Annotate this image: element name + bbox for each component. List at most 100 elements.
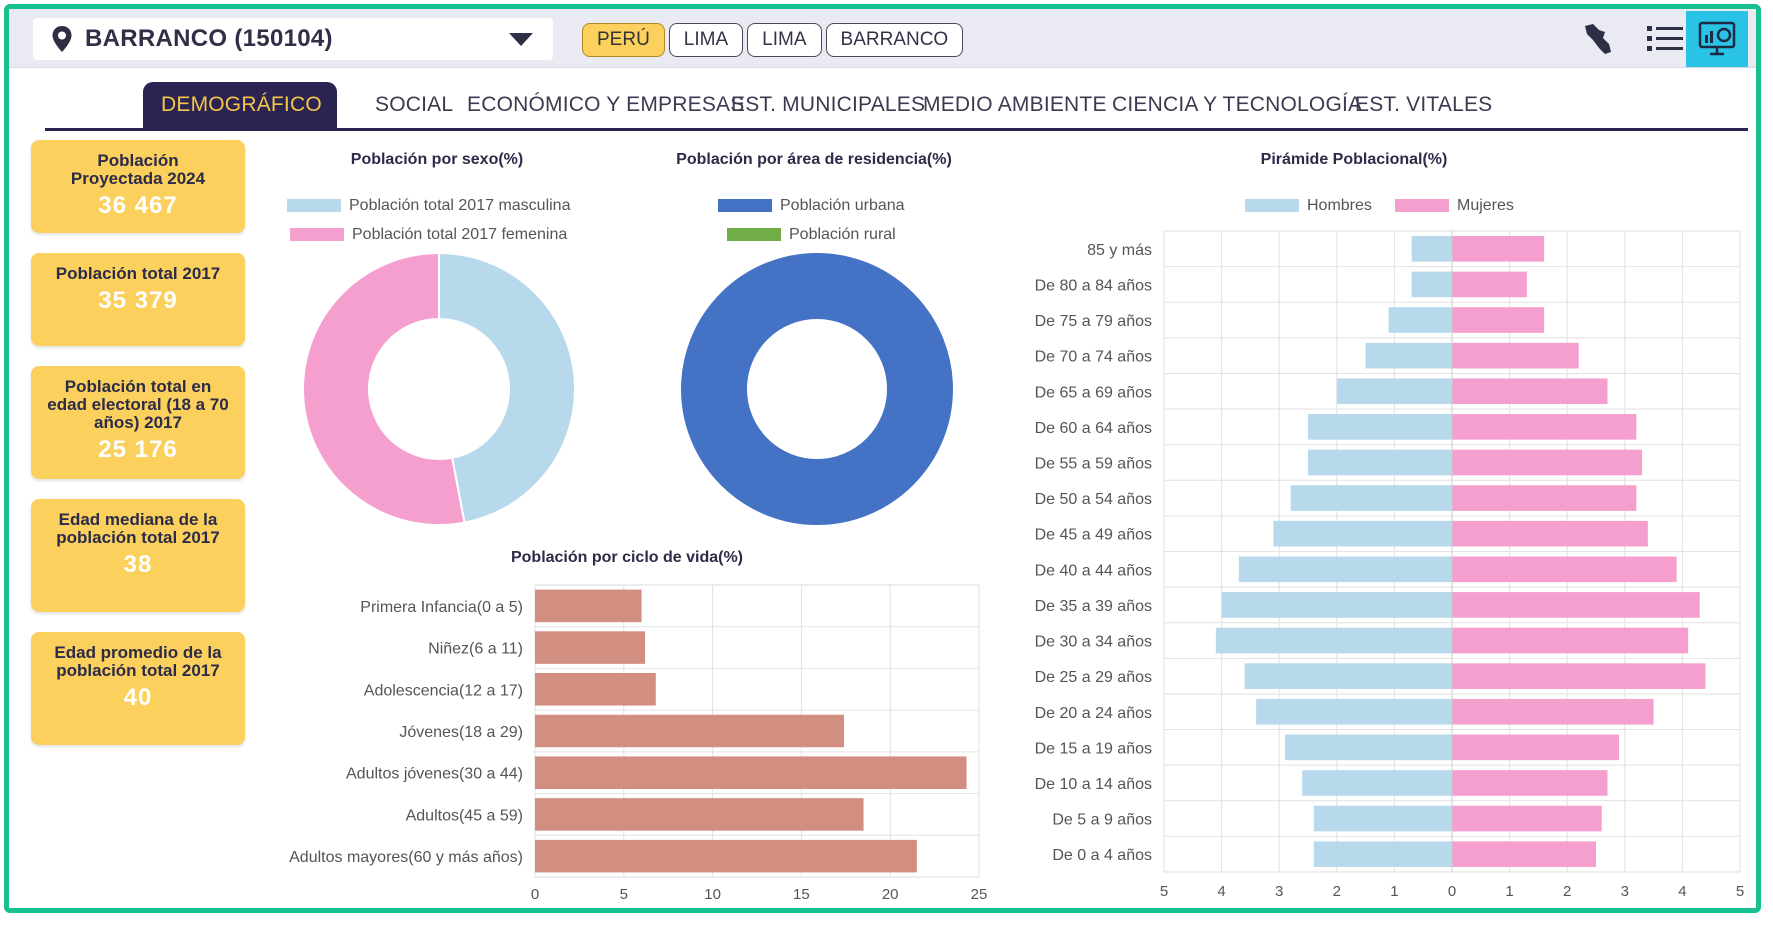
sex-legend-male-label: Población total 2017 masculina [349,197,571,214]
sex-legend-female-label: Población total 2017 femenina [352,226,567,243]
pyramid-tick-label: 4 [1678,883,1686,900]
lifecycle-tick-label: 20 [882,886,899,903]
lifecycle-bar [535,673,656,706]
pyramid-age-label: De 35 a 39 años [1035,598,1152,615]
pyramid-bar-female [1452,592,1700,618]
pyramid-tick-label: 4 [1217,883,1225,900]
pyramid-age-label: De 45 a 49 años [1035,527,1152,544]
pyramid-age-label: De 0 a 4 años [1052,847,1152,864]
pyramid-age-label: De 80 a 84 años [1035,277,1152,294]
pyramid-bar-female [1452,627,1689,654]
sex-legend-male-swatch [287,199,341,212]
pyramid-tick-label: 2 [1563,883,1571,900]
pyramid-bar-male [1215,627,1452,654]
pyramid-bar-male [1221,592,1452,618]
area-legend-rural-label: Población rural [789,226,896,243]
charts-area: Población por sexo(%) Población total 201… [287,151,1744,903]
pyramid-bar-male [1273,520,1452,547]
pyramid-tick-label: 2 [1333,883,1341,900]
pyramid-tick-label: 3 [1621,883,1629,900]
area-legend-rural-swatch [727,228,781,241]
pyramid-bar-female [1452,805,1602,832]
pyramid-bar-male [1336,378,1452,405]
lifecycle-chart-title: Población por ciclo de vida(%) [511,549,743,566]
pyramid-age-label: De 55 a 59 años [1035,455,1152,472]
pyramid-age-label: De 60 a 64 años [1035,420,1152,437]
pyramid-tick-label: 5 [1736,883,1744,900]
sex-chart-title: Población por sexo(%) [351,151,523,168]
pyramid-legend-male-label: Hombres [1307,197,1372,214]
pyramid-age-label: De 70 a 74 años [1035,349,1152,366]
pyramid-bar-male [1284,734,1452,761]
pyramid-bar-female [1452,235,1545,262]
lifecycle-category-label: Primera Infancia(0 a 5) [360,599,523,616]
pyramid-bar-male [1290,485,1452,511]
lifecycle-bar [535,631,646,664]
pyramid-bar-male [1388,307,1452,333]
lifecycle-category-label: Adultos(45 a 59) [406,807,523,824]
pyramid-bar-female [1452,449,1643,476]
pyramid-bar-female [1452,556,1677,583]
lifecycle-category-label: Jóvenes(18 a 29) [399,724,523,741]
lifecycle-tick-label: 5 [620,886,628,903]
lifecycle-tick-label: 10 [704,886,721,903]
pyramid-age-label: De 25 a 29 años [1035,669,1152,686]
pyramid-age-label: De 15 a 19 años [1035,740,1152,757]
pyramid-age-label: De 30 a 34 años [1035,634,1152,651]
area-chart-title: Población por área de residencia(%) [676,151,952,168]
sex-legend-female-swatch [290,228,344,241]
pyramid-bar-male [1308,414,1452,440]
pyramid-tick-label: 0 [1448,883,1456,900]
pyramid-tick-label: 3 [1275,883,1283,900]
pyramid-bar-female [1452,698,1654,725]
pyramid-tick-label: 5 [1160,883,1168,900]
pyramid-bar-male [1244,663,1452,689]
area-legend-urban-label: Población urbana [780,197,905,214]
pyramid-age-label: 85 y más [1087,242,1152,259]
pyramid-bar-male [1411,271,1452,298]
pyramid-age-label: De 40 a 44 años [1035,562,1152,579]
lifecycle-category-label: Adultos jóvenes(30 a 44) [346,766,523,783]
pyramid-age-label: De 65 a 69 años [1035,384,1152,401]
lifecycle-category-label: Adultos mayores(60 y más años) [289,849,523,866]
lifecycle-bar [535,714,845,748]
pyramid-bar-male [1313,805,1452,832]
lifecycle-bar [535,756,967,789]
pyramid-bar-male [1302,770,1452,796]
pyramid-bar-male [1308,449,1452,476]
dashboard-frame: BARRANCO (150104) PERÚ LIMA LIMA BARRANC… [4,4,1761,913]
pyramid-bar-female [1452,734,1620,761]
pyramid-bar-male [1256,698,1452,725]
lifecycle-tick-label: 0 [531,886,539,903]
lifecycle-tick-label: 25 [971,886,988,903]
lifecycle-bar [535,839,917,873]
lifecycle-category-label: Niñez(6 a 11) [428,641,523,658]
pyramid-bar-male [1365,342,1452,369]
pyramid-chart-title: Pirámide Poblacional(%) [1261,151,1448,168]
pyramid-age-label: De 5 a 9 años [1052,812,1152,829]
lifecycle-category-label: Adolescencia(12 a 17) [364,682,523,699]
pyramid-bar-male [1313,841,1452,868]
pyramid-bar-female [1452,770,1608,796]
pyramid-bar-male [1238,556,1452,583]
pyramid-bar-male [1411,235,1452,262]
pyramid-age-label: De 50 a 54 años [1035,491,1152,508]
pyramid-bar-female [1452,485,1637,511]
pyramid-tick-label: 1 [1390,883,1398,900]
lifecycle-bar [535,798,864,831]
pyramid-age-label: De 75 a 79 años [1035,313,1152,330]
pyramid-bar-female [1452,841,1596,868]
pyramid-bar-female [1452,271,1527,298]
pyramid-legend-female-label: Mujeres [1457,197,1514,214]
pyramid-bar-female [1452,414,1637,440]
pyramid-age-label: De 10 a 14 años [1035,776,1152,793]
lifecycle-tick-label: 15 [793,886,810,903]
pyramid-tick-label: 1 [1505,883,1513,900]
pyramid-bar-female [1452,378,1608,405]
area-donut-slice [681,253,953,525]
lifecycle-bar [535,589,642,623]
pyramid-legend-male-swatch [1245,199,1299,212]
pyramid-legend-female-swatch [1395,199,1449,212]
pyramid-bar-female [1452,520,1648,547]
pyramid-age-label: De 20 a 24 años [1035,705,1152,722]
